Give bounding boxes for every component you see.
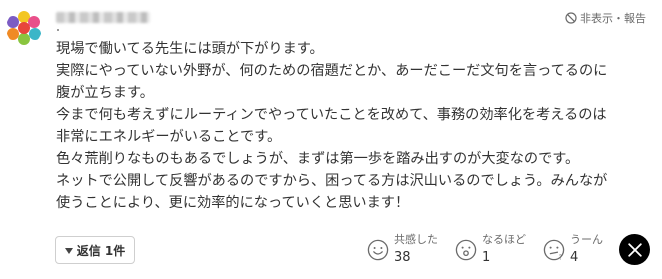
comment-line: 色々荒削りなものもあるでしょうが、まずは第一歩を踏み出すのが大変なのです。 (56, 151, 580, 167)
reaction-empathy-button[interactable]: 共感した 38 (367, 234, 438, 264)
x-logo-icon (627, 242, 642, 257)
reaction-insightful-button[interactable]: なるほど 1 (455, 234, 526, 264)
svg-text:?: ? (559, 254, 563, 261)
comment-card: 非表示・報告 現場で働いてる先生には頭が下がります。 実際にやっていない外野が、… (0, 0, 662, 279)
comment-line: 腹が立ちます。 (56, 85, 154, 101)
meta-dot (57, 29, 59, 31)
comment-line: 使うことにより、更に効率的になっていくと思います！ (56, 195, 410, 211)
avatar-image (6, 10, 42, 46)
comment-body: 現場で働いてる先生には頭が下がります。 実際にやっていない外野が、何のための宿題… (56, 38, 656, 214)
username-redacted[interactable] (56, 12, 150, 23)
comment-line: 実際にやっていない外野が、何のための宿題だとか、あーだこーだ文句を言ってるのに (56, 63, 608, 79)
smile-face-icon (367, 239, 389, 261)
surprised-face-icon (455, 239, 477, 261)
comment-line: 非常にエネルギーがいることです。 (56, 129, 282, 145)
reaction-count: 4 (570, 250, 579, 265)
reaction-label: なるほど (482, 233, 526, 246)
reaction-count: 1 (482, 250, 491, 265)
comment-line: 今まで何も考えずにルーティンでやっていたことを改めて、事務の効率化を考えるのは (56, 107, 607, 123)
reaction-count: 38 (394, 250, 411, 265)
reply-toggle-button[interactable]: 返信 1件 (55, 236, 135, 264)
comment-line: ネットで公開して反響があるのですから、困ってる方は沢山いるのでしょう。みんなが (56, 173, 608, 189)
comment-line: 現場で働いてる先生には頭が下がります。 (56, 41, 324, 57)
reply-count-label: 返信 1件 (76, 243, 126, 258)
hide-report-label: 非表示・報告 (580, 12, 646, 25)
reaction-label: 共感した (394, 233, 438, 246)
reaction-hmm-button[interactable]: ? うーん 4 (543, 234, 603, 264)
reaction-label: うーん (570, 233, 603, 246)
hide-report-button[interactable]: 非表示・報告 (565, 10, 646, 26)
share-x-button[interactable] (619, 234, 650, 265)
hide-icon (565, 12, 577, 24)
thinking-face-icon: ? (543, 239, 565, 261)
avatar[interactable] (6, 10, 42, 46)
caret-down-icon (64, 247, 73, 254)
